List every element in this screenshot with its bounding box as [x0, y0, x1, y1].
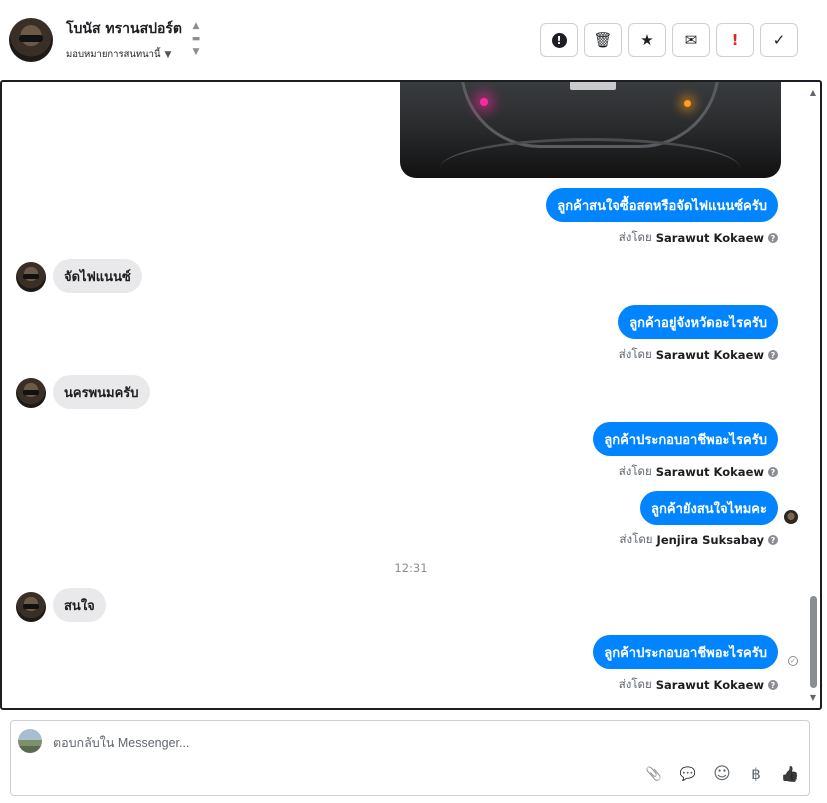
message-bubble-incoming[interactable]: จัดไฟแนนซ์ — [53, 259, 142, 293]
help-icon[interactable]: ? — [768, 350, 778, 360]
scroll-down-arrow-icon[interactable]: ▼ — [808, 693, 818, 702]
envelope-icon: ✉ — [684, 31, 698, 49]
trash-icon: 🗑 — [593, 31, 613, 49]
composer-tools: 📎 💬 ☺ ฿ 👍 — [643, 763, 801, 785]
sender-name: Jenjira Suksabay — [656, 533, 764, 547]
time-separator: 12:31 — [394, 561, 428, 575]
mark-unread-button[interactable]: ✉ — [672, 23, 710, 57]
sent-by-label: ส่งโดย — [619, 532, 653, 546]
contact-avatar-small — [16, 592, 46, 622]
sent-by-label: ส่งโดย — [618, 464, 652, 478]
sent-by-label: ส่งโดย — [618, 677, 652, 691]
sent-by-line: ส่งโดย Sarawut Kokaew ? — [619, 463, 778, 481]
reply-input[interactable] — [53, 733, 653, 753]
caret-up-icon: ▲ — [192, 21, 200, 31]
drag-handle-icon: ▬ — [191, 34, 201, 44]
delivered-check-icon: ✓ — [788, 656, 798, 666]
sent-by-line: ส่งโดย Sarawut Kokaew ? — [619, 229, 778, 247]
sent-by-label: ส่งโดย — [618, 347, 652, 361]
emoji-button[interactable]: ☺ — [711, 763, 733, 785]
contact-name[interactable]: โบนัส ทรานสปอร์ต — [66, 18, 182, 40]
saved-replies-button[interactable]: 💬 — [677, 763, 699, 785]
sender-name: Sarawut Kokaew — [655, 678, 764, 692]
checkmark-icon: ✓ — [772, 31, 786, 49]
help-icon[interactable]: ? — [768, 467, 778, 477]
attach-button[interactable]: 📎 — [643, 763, 665, 785]
sent-by-label: ส่งโดย — [618, 230, 652, 244]
help-icon[interactable]: ? — [768, 233, 778, 243]
page-avatar — [18, 729, 42, 753]
sender-name: Sarawut Kokaew — [655, 465, 764, 479]
message-bubble-incoming[interactable]: สนใจ — [53, 588, 106, 622]
alert-circle-icon: ! — [551, 32, 567, 48]
saved-reply-icon: 💬 — [679, 766, 697, 782]
mark-spam-button[interactable]: ! — [540, 23, 578, 57]
sent-by-line: ส่งโดย Sarawut Kokaew ? — [619, 346, 778, 364]
message-bubble-outgoing[interactable]: ลูกค้ายังสนใจไหมคะ — [640, 491, 778, 525]
seen-by-avatar — [784, 510, 798, 524]
help-icon[interactable]: ? — [768, 680, 778, 690]
baht-icon: ฿ — [751, 765, 761, 783]
pink-light — [480, 98, 488, 106]
thumbs-up-icon: 👍 — [780, 765, 800, 783]
like-button[interactable]: 👍 — [779, 763, 801, 785]
contact-avatar-small — [16, 378, 46, 408]
exclamation-icon: ! — [731, 31, 739, 49]
conversation-header: โบนัส ทรานสปอร์ต ▲ ▬ ▼ มอบหมายการสนทนานี… — [0, 0, 827, 81]
thread-scrollbar[interactable]: ▲ ▼ — [808, 82, 818, 708]
sender-name: Sarawut Kokaew — [655, 348, 764, 362]
attached-photo[interactable] — [400, 82, 781, 178]
reorder-control[interactable]: ▲ ▬ ▼ — [190, 20, 202, 62]
sent-by-line: ส่งโดย Jenjira Suksabay ? — [620, 531, 778, 549]
star-button[interactable]: ★ — [628, 23, 666, 57]
delete-button[interactable]: 🗑 — [584, 23, 622, 57]
star-icon: ★ — [640, 31, 654, 49]
message-bubble-outgoing[interactable]: ลูกค้าประกอบอาชีพอะไรครับ — [593, 422, 778, 456]
help-icon[interactable]: ? — [768, 535, 778, 545]
sender-name: Sarawut Kokaew — [655, 231, 764, 245]
chevron-down-icon: ▼ — [164, 50, 172, 60]
scroll-thumb[interactable] — [810, 596, 817, 688]
assign-label: มอบหมายการสนทนานี้ — [66, 49, 161, 60]
paperclip-icon: 📎 — [645, 766, 663, 782]
message-bubble-incoming[interactable]: นครพนมครับ — [53, 375, 150, 409]
orange-light — [684, 100, 691, 107]
message-bubble-outgoing[interactable]: ลูกค้าสนใจซื้อสดหรือจัดไฟแนนซ์ครับ — [546, 188, 778, 222]
contact-avatar-small — [16, 262, 46, 292]
mark-done-button[interactable]: ✓ — [760, 23, 798, 57]
message-bubble-outgoing[interactable]: ลูกค้าอยู่จังหวัดอะไรครับ — [618, 305, 778, 339]
emoji-icon: ☺ — [713, 764, 731, 784]
reply-composer: 📎 💬 ☺ ฿ 👍 — [10, 720, 810, 796]
contact-avatar[interactable] — [9, 18, 53, 62]
conversation-actions: ! 🗑 ★ ✉ ! ✓ — [540, 23, 798, 57]
dashboard-display — [570, 82, 616, 90]
message-bubble-outgoing[interactable]: ลูกค้าประกอบอาชีพอะไรครับ — [593, 635, 778, 669]
payment-button[interactable]: ฿ — [745, 763, 767, 785]
scroll-up-arrow-icon[interactable]: ▲ — [808, 88, 818, 97]
dashboard-arc — [440, 138, 740, 178]
assign-conversation-dropdown[interactable]: มอบหมายการสนทนานี้ ▼ — [66, 47, 171, 62]
message-thread: ลูกค้าสนใจซื้อสดหรือจัดไฟแนนซ์ครับ ส่งโด… — [0, 80, 822, 710]
follow-up-button[interactable]: ! — [716, 23, 754, 57]
sent-by-line: ส่งโดย Sarawut Kokaew ? — [619, 676, 778, 694]
caret-down-icon: ▼ — [192, 47, 200, 57]
